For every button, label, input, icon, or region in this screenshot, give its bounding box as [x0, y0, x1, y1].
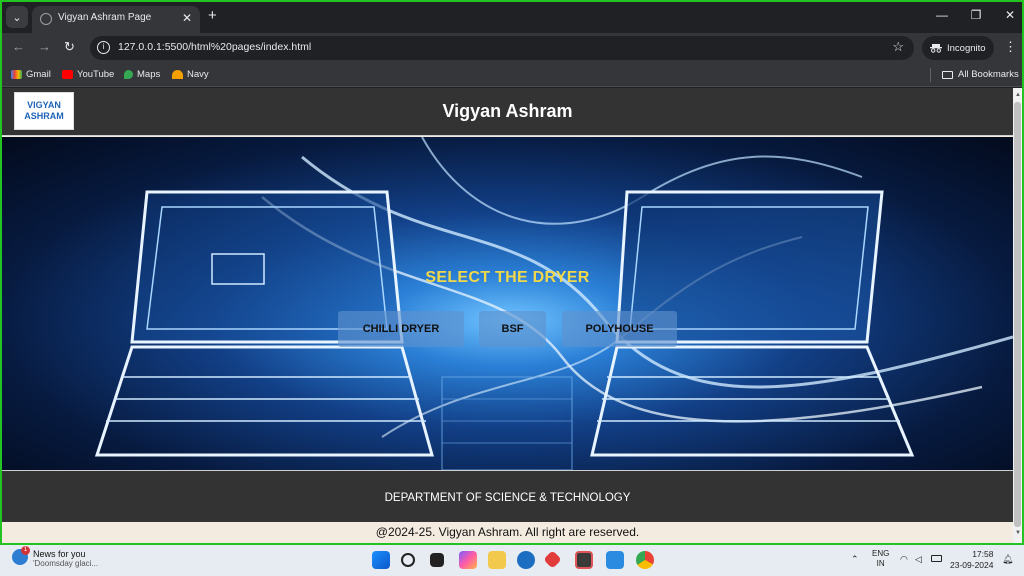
star-icon[interactable]: ☆: [892, 39, 904, 55]
search-icon[interactable]: [401, 553, 415, 567]
back-icon[interactable]: ←: [12, 39, 25, 54]
bookmark-gmail[interactable]: Gmail: [11, 69, 51, 80]
browser-toolbar: ← → ↻ i 127.0.0.1:5500/html%20pages/inde…: [2, 33, 1022, 63]
url-text[interactable]: 127.0.0.1:5500/html%20pages/index.html: [118, 41, 311, 53]
bookmark-navy[interactable]: Navy: [172, 69, 209, 80]
navy-icon: [172, 70, 183, 79]
copilot-icon[interactable]: [459, 551, 477, 569]
volume-icon[interactable]: ◁: [915, 554, 922, 565]
news-icon: 1: [12, 546, 30, 565]
department-text: DEPARTMENT OF SCIENCE & TECHNOLOGY: [384, 492, 631, 504]
vscode-icon[interactable]: [606, 551, 624, 569]
page-title: Vigyan Ashram: [442, 101, 573, 121]
globe-icon: [40, 13, 52, 25]
tab-strip: ⌄ Vigyan Ashram Page ✕ + — ❐ ✕: [2, 2, 1022, 33]
forward-icon[interactable]: →: [38, 39, 51, 54]
windows-taskbar: 1 News for you 'Doomsday glaci... ⌃ ENG …: [0, 545, 1024, 576]
incognito-badge[interactable]: Incognito: [922, 36, 994, 60]
scrollbar-thumb[interactable]: [1014, 102, 1021, 527]
laptops-background-image: [94, 137, 1013, 470]
polyhouse-button[interactable]: POLYHOUSE: [562, 311, 677, 347]
app-diamond-icon[interactable]: [543, 550, 562, 569]
news-widget[interactable]: 1 News for you 'Doomsday glaci...: [12, 546, 99, 568]
incognito-icon: [930, 44, 942, 53]
maps-icon: [124, 70, 133, 79]
notification-bell-icon[interactable]: 🔔︎: [1002, 554, 1013, 565]
site-header: VIGYAN ASHRAM Vigyan Ashram: [2, 88, 1013, 136]
incognito-label: Incognito: [947, 42, 986, 54]
all-bookmarks[interactable]: All Bookmarks: [942, 69, 1019, 80]
copyright-text: @2024-25. Vigyan Ashram. All right are r…: [375, 525, 640, 539]
more-menu-icon[interactable]: ⋮: [1004, 39, 1017, 55]
chevron-up-icon[interactable]: ⌃: [851, 554, 859, 565]
bookmark-maps[interactable]: Maps: [124, 69, 160, 80]
address-bar[interactable]: i 127.0.0.1:5500/html%20pages/index.html…: [90, 36, 914, 60]
close-window-icon[interactable]: ✕: [1000, 8, 1020, 22]
clock[interactable]: 17:58 23-09-2024: [950, 549, 993, 571]
site-footer: DEPARTMENT OF SCIENCE & TECHNOLOGY: [2, 470, 1013, 522]
scroll-down-icon[interactable]: ▼: [1015, 530, 1021, 536]
youtube-icon: [62, 70, 73, 79]
bsf-button[interactable]: BSF: [479, 311, 546, 347]
gmail-icon: [11, 70, 22, 79]
tab-search-icon[interactable]: ⌄: [6, 6, 28, 28]
select-dryer-heading: SELECT THE DRYER: [425, 269, 590, 286]
new-tab-icon[interactable]: +: [208, 7, 217, 24]
folder-icon: [942, 70, 953, 79]
hero-banner: SELECT THE DRYER CHILLI DRYER BSF POLYHO…: [2, 137, 1013, 470]
task-view-icon[interactable]: [430, 553, 444, 567]
bookmarks-bar: Gmail YouTube Maps Navy All Bookmarks: [2, 63, 1022, 87]
notification-badge: 1: [21, 546, 30, 555]
news-headline: 'Doomsday glaci...: [33, 559, 99, 568]
file-explorer-icon[interactable]: [488, 551, 506, 569]
browser-window: ⌄ Vigyan Ashram Page ✕ + — ❐ ✕ ← → ↻ i 1…: [0, 0, 1024, 545]
page-viewport: VIGYAN ASHRAM Vigyan Ashram SELECT THE D…: [2, 88, 1013, 543]
start-icon[interactable]: [372, 551, 390, 569]
battery-icon[interactable]: [931, 555, 942, 562]
bookmarks-divider: [930, 68, 931, 82]
app-active-icon[interactable]: [575, 551, 593, 569]
tab-active[interactable]: Vigyan Ashram Page ✕: [32, 6, 200, 33]
tab-title: Vigyan Ashram Page: [58, 12, 152, 23]
news-title: News for you: [33, 549, 86, 559]
chrome-icon[interactable]: [636, 551, 654, 569]
restore-icon[interactable]: ❐: [966, 8, 986, 22]
minimize-icon[interactable]: —: [932, 8, 952, 22]
edge-icon[interactable]: [517, 551, 535, 569]
close-tab-icon[interactable]: ✕: [182, 11, 192, 25]
info-icon[interactable]: i: [97, 41, 110, 54]
language-indicator[interactable]: ENG IN: [872, 549, 889, 569]
bookmark-youtube[interactable]: YouTube: [62, 69, 114, 80]
chilli-dryer-button[interactable]: CHILLI DRYER: [338, 311, 464, 347]
reload-icon[interactable]: ↻: [64, 39, 75, 55]
scroll-up-icon[interactable]: ▲: [1015, 92, 1021, 98]
wifi-icon[interactable]: ◠: [900, 554, 908, 565]
